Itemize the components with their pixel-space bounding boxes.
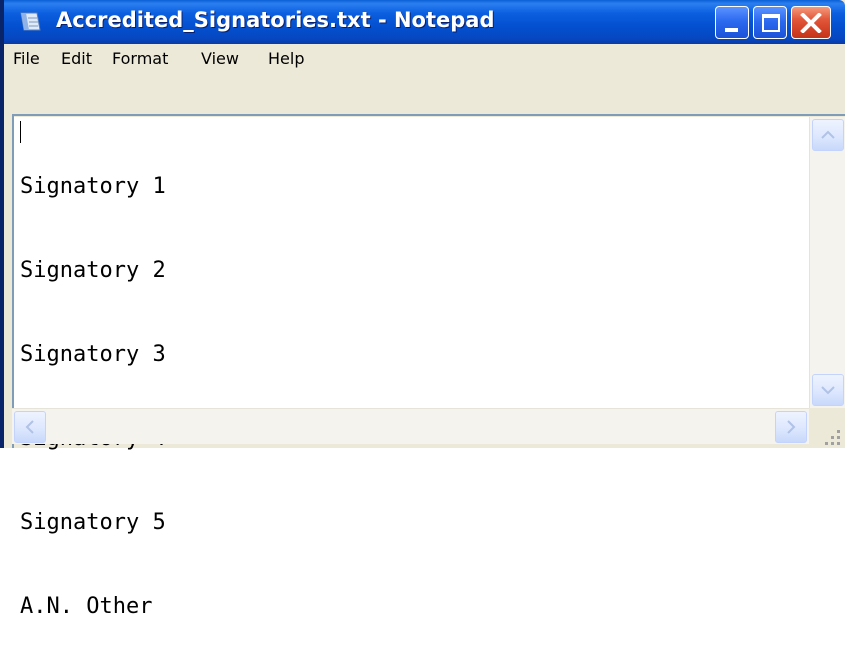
text-line: Signatory 2 — [20, 258, 166, 283]
close-button[interactable] — [791, 6, 831, 39]
notepad-icon[interactable] — [18, 11, 42, 33]
menu-edit[interactable]: Edit — [59, 49, 94, 68]
menu-bar: File Edit Format View Help — [4, 44, 845, 74]
maximize-icon — [762, 14, 780, 32]
document-text[interactable]: Signatory 1 Signatory 2 Signatory 3 Sign… — [20, 117, 166, 649]
text-line: Signatory 5 — [20, 510, 166, 535]
title-bar[interactable]: Accredited_Signatories.txt - Notepad — [4, 0, 845, 44]
scroll-left-button[interactable] — [14, 411, 46, 443]
text-line: Signatory 1 — [20, 174, 166, 199]
menu-file[interactable]: File — [11, 49, 42, 68]
scroll-left-arrow-icon — [25, 420, 34, 434]
text-line: Signatory 3 — [20, 342, 166, 367]
text-line: A.N. Other — [20, 594, 153, 619]
scroll-right-arrow-icon — [787, 420, 796, 434]
scroll-down-arrow-icon — [821, 386, 835, 395]
text-caret — [20, 121, 21, 143]
horizontal-scrollbar[interactable] — [12, 408, 809, 444]
scroll-right-button[interactable] — [775, 411, 807, 443]
window-title: Accredited_Signatories.txt - Notepad — [56, 8, 495, 32]
scroll-up-button[interactable] — [812, 119, 844, 151]
scroll-up-arrow-icon — [821, 130, 835, 139]
vertical-scrollbar[interactable] — [809, 117, 845, 408]
maximize-button[interactable] — [753, 6, 787, 39]
menu-help[interactable]: Help — [266, 49, 306, 68]
scroll-down-button[interactable] — [812, 374, 844, 406]
menu-format[interactable]: Format — [110, 49, 170, 68]
minimize-button[interactable] — [715, 6, 749, 39]
close-icon — [800, 13, 822, 33]
minimize-icon — [725, 28, 738, 32]
menu-view[interactable]: View — [199, 49, 241, 68]
resize-grip[interactable] — [809, 408, 845, 448]
